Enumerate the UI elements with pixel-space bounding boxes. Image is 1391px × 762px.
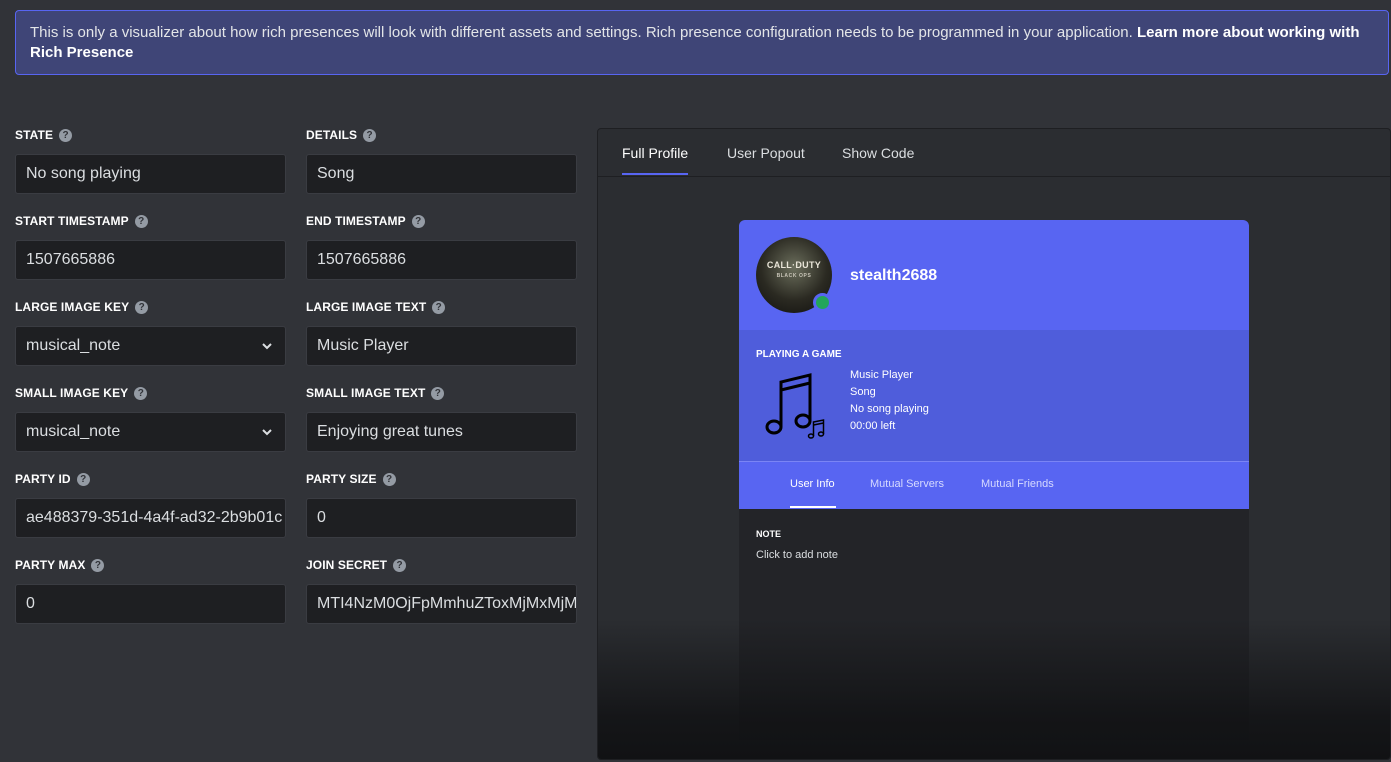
note-input[interactable]: Click to add note [756, 549, 838, 561]
large-image-text-label-text: LARGE IMAGE TEXT [306, 300, 427, 314]
party-size-input[interactable]: 0 [306, 498, 577, 538]
party-max-label: PARTY MAX? [15, 558, 105, 572]
details-label-text: DETAILS [306, 128, 358, 142]
party-max-label-text: PARTY MAX [15, 558, 86, 572]
small-image-text-label-text: SMALL IMAGE TEXT [306, 386, 426, 400]
active-profile-tab-indicator [790, 506, 836, 508]
help-icon[interactable]: ? [59, 128, 73, 142]
join-secret-label: JOIN SECRET? [306, 558, 407, 572]
help-icon[interactable]: ? [411, 214, 425, 228]
end-timestamp-label: END TIMESTAMP? [306, 214, 425, 228]
party-id-input[interactable]: ae488379-351d-4a4f-ad32-2b9b01c [15, 498, 286, 538]
help-icon[interactable]: ? [431, 386, 445, 400]
small-image-text-label: SMALL IMAGE TEXT? [306, 386, 445, 400]
profile-header: CALL·DUTY BLACK OPS stealth2688 [739, 220, 1249, 330]
help-icon[interactable]: ? [76, 472, 90, 486]
small-image-key-value: musical_note [26, 423, 121, 440]
activity-time-left: 00:00 left [850, 420, 896, 432]
activity-header: PLAYING A GAME [756, 349, 842, 360]
help-icon[interactable]: ? [363, 128, 377, 142]
chevron-down-icon [262, 429, 272, 436]
large-image-text-input[interactable]: Music Player [306, 326, 577, 366]
small-image-key-label: SMALL IMAGE KEY? [15, 386, 148, 400]
start-timestamp-label: START TIMESTAMP? [15, 214, 148, 228]
help-icon[interactable]: ? [432, 300, 446, 314]
help-icon[interactable]: ? [134, 386, 148, 400]
help-icon[interactable]: ? [134, 214, 148, 228]
tab-user-info[interactable]: User Info [790, 478, 835, 490]
tab-user-popout[interactable]: User Popout [727, 145, 805, 161]
online-status-icon [813, 293, 832, 312]
small-image-text-input[interactable]: Enjoying great tunes [306, 412, 577, 452]
notice-text: This is only a visualizer about how rich… [30, 24, 1133, 41]
avatar-text: CALL·DUTY BLACK OPS [756, 261, 832, 281]
party-max-input[interactable]: 0 [15, 584, 286, 624]
details-label: DETAILS? [306, 128, 377, 142]
activity-name: Music Player [850, 369, 913, 381]
party-size-label: PARTY SIZE? [306, 472, 396, 486]
join-secret-label-text: JOIN SECRET [306, 558, 388, 572]
info-notice: This is only a visualizer about how rich… [15, 10, 1389, 75]
avatar-title: CALL·DUTY [766, 260, 822, 270]
party-id-label-text: PARTY ID [15, 472, 71, 486]
tab-mutual-servers[interactable]: Mutual Servers [870, 478, 944, 490]
small-image-key-select[interactable]: musical_note [15, 412, 286, 452]
large-image-key-value: musical_note [26, 337, 121, 354]
end-timestamp-input[interactable]: 1507665886 [306, 240, 577, 280]
profile-tabs: User Info Mutual Servers Mutual Friends [739, 461, 1249, 509]
small-image-key-label-text: SMALL IMAGE KEY [15, 386, 129, 400]
chevron-down-icon [262, 343, 272, 350]
preview-panel: Full Profile User Popout Show Code CALL·… [597, 128, 1391, 760]
large-image-key-label: LARGE IMAGE KEY? [15, 300, 149, 314]
details-input[interactable]: Song [306, 154, 577, 194]
musical-note-icon [765, 373, 825, 439]
help-icon[interactable]: ? [393, 558, 407, 572]
tab-mutual-friends[interactable]: Mutual Friends [981, 478, 1054, 490]
active-tab-indicator [622, 173, 688, 175]
state-input[interactable]: No song playing [15, 154, 286, 194]
activity-details: Music Player Song No song playing 00:00 … [850, 367, 929, 435]
end-timestamp-label-text: END TIMESTAMP [306, 214, 406, 228]
tab-full-profile[interactable]: Full Profile [622, 145, 688, 161]
activity-details-line: Song [850, 386, 876, 398]
large-image-key-select[interactable]: musical_note [15, 326, 286, 366]
state-label: STATE? [15, 128, 73, 142]
help-icon[interactable]: ? [135, 300, 149, 314]
party-size-label-text: PARTY SIZE [306, 472, 377, 486]
note-label: NOTE [756, 529, 782, 539]
username: stealth2688 [850, 267, 938, 284]
activity-state-line: No song playing [850, 403, 929, 415]
avatar-subtitle: BLACK OPS [776, 273, 812, 279]
start-timestamp-input[interactable]: 1507665886 [15, 240, 286, 280]
help-icon[interactable]: ? [91, 558, 105, 572]
bottom-fade [598, 619, 1390, 759]
large-image-text-label: LARGE IMAGE TEXT? [306, 300, 446, 314]
tab-show-code[interactable]: Show Code [842, 145, 914, 161]
large-image-key-label-text: LARGE IMAGE KEY [15, 300, 130, 314]
join-secret-input[interactable]: MTI4NzM0OjFpMmhuZToxMjMxMjM [306, 584, 577, 624]
preview-tabs: Full Profile User Popout Show Code [598, 129, 1390, 177]
help-icon[interactable]: ? [382, 472, 396, 486]
state-label-text: STATE [15, 128, 54, 142]
party-id-label: PARTY ID? [15, 472, 90, 486]
start-timestamp-label-text: START TIMESTAMP [15, 214, 129, 228]
